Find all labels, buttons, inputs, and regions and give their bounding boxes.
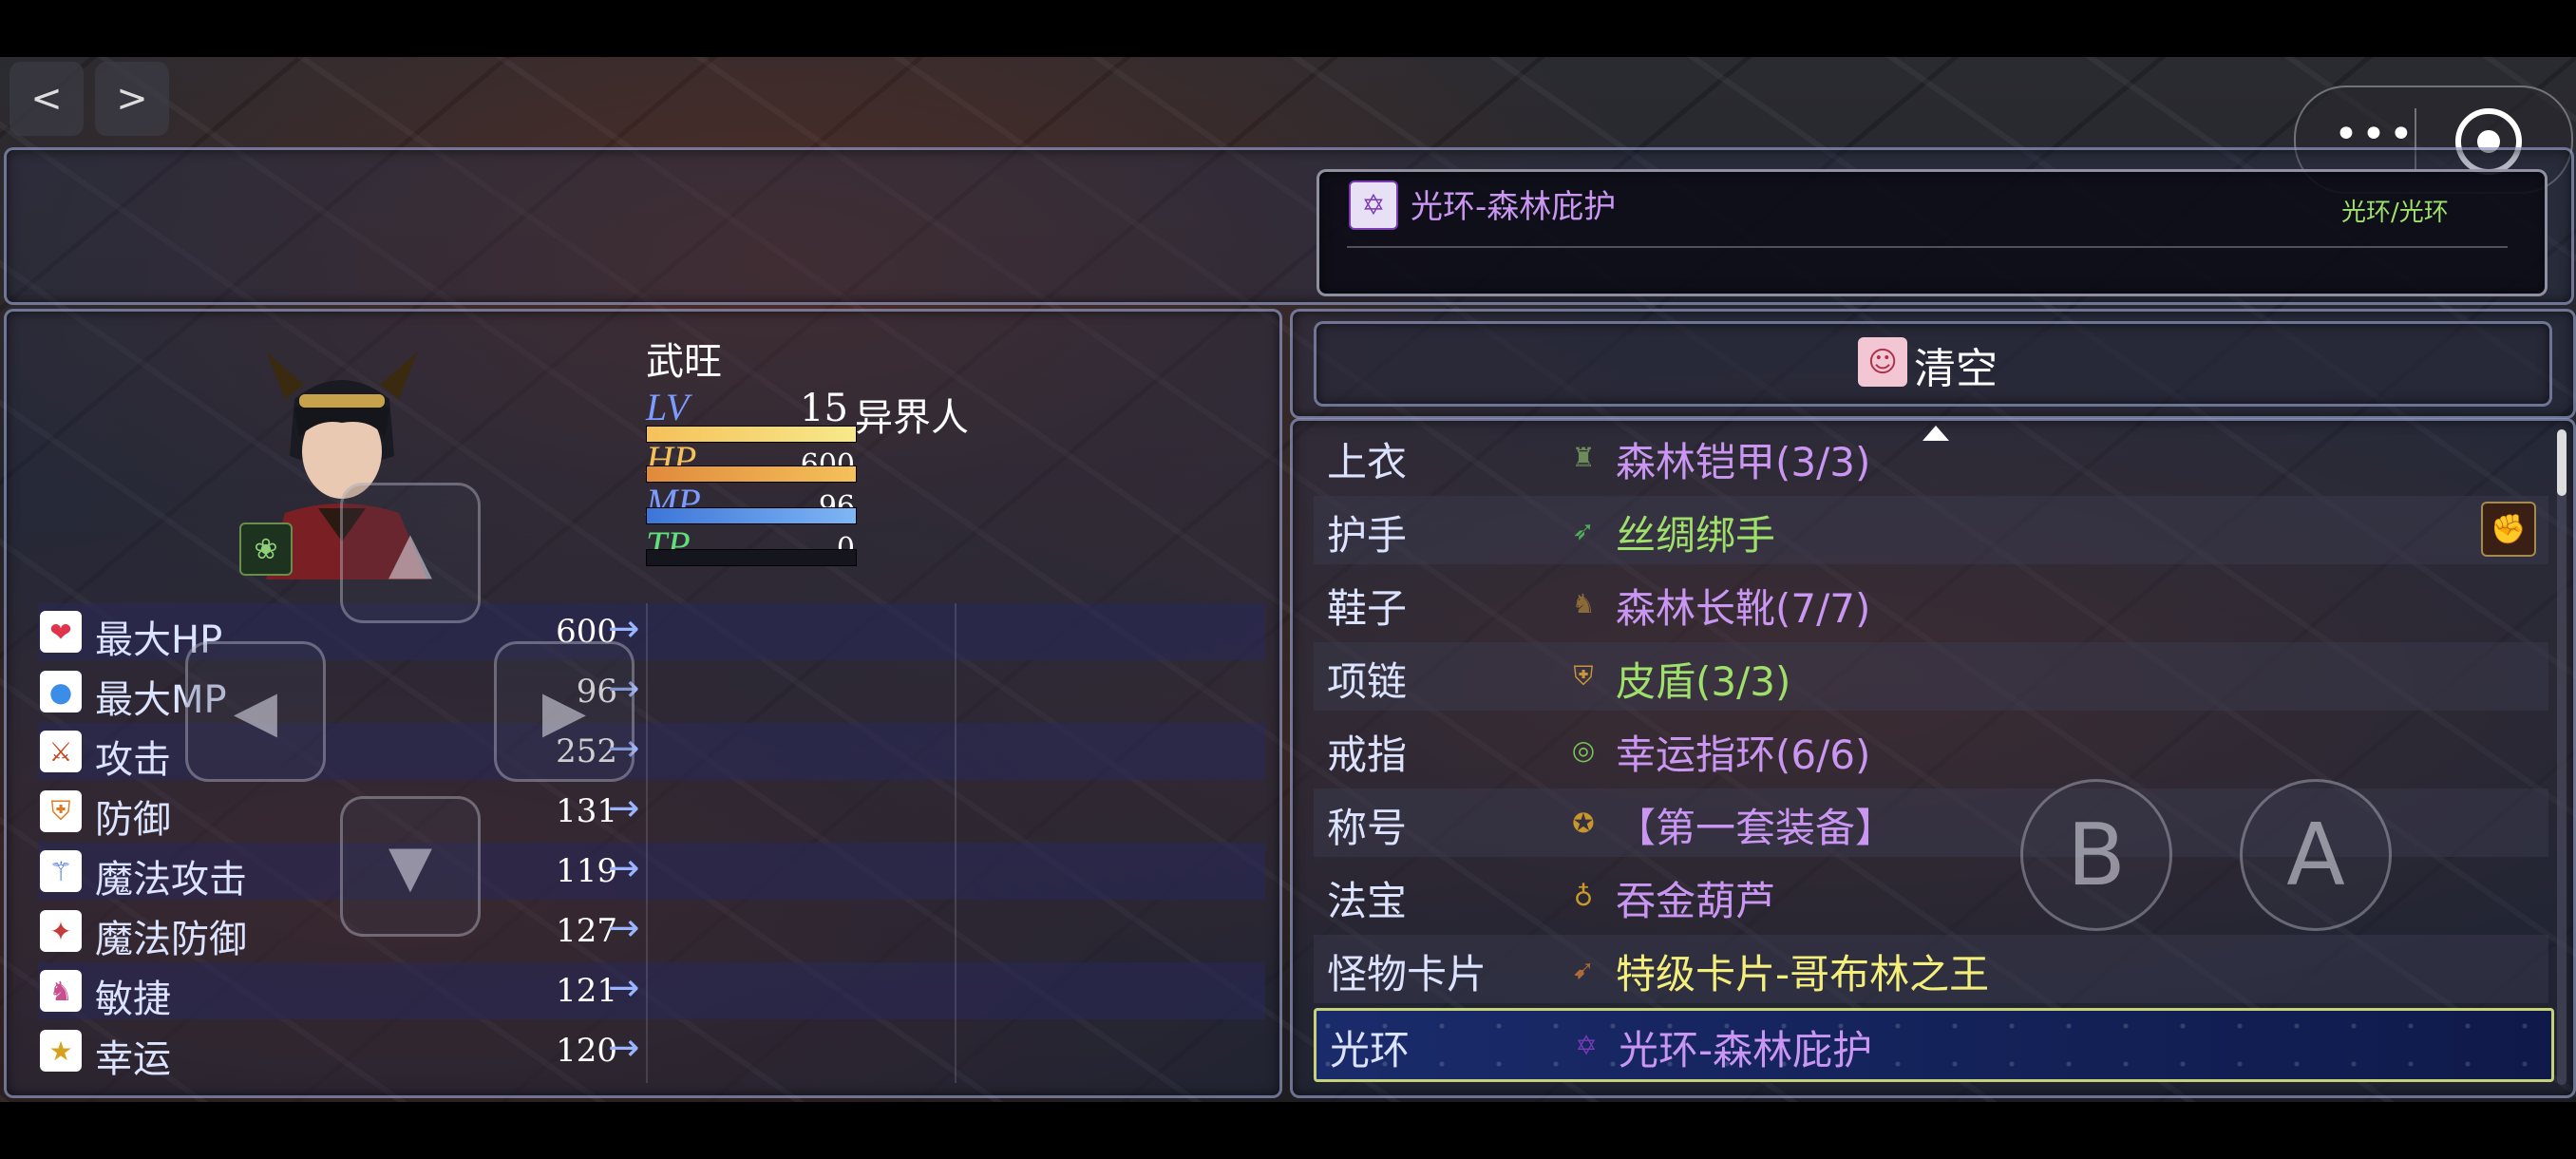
equip-slot-row[interactable]: 项链 ⛨ 皮盾(3/3) (1314, 642, 2548, 711)
equip-slot-row[interactable]: 上衣 ♜ 森林铠甲(3/3) (1314, 423, 2548, 491)
param-row: ♞ 敏捷 121 → (38, 962, 1265, 1021)
slot-item-name: 幸运指环(6/6) (1616, 732, 1871, 778)
slot-name: 项链 (1327, 658, 1408, 705)
param-value: 127 (556, 912, 617, 950)
armor-icon: ♜ (1571, 441, 1596, 473)
shield-icon: ⛨ (40, 790, 82, 832)
param-value: 131 (556, 792, 617, 830)
param-name: 防御 (95, 798, 171, 842)
small-shield-icon: ⛨ (1573, 660, 1594, 692)
magic-shield-icon: ✦ (40, 910, 82, 952)
gourd-icon: ♁ (1573, 880, 1594, 912)
right-arrow-icon: → (608, 787, 640, 830)
sword-icon: ⚔ (40, 731, 82, 772)
dpad-up-button[interactable]: ▲ (340, 483, 481, 623)
hexagram-icon: ✡ (1349, 180, 1398, 230)
slot-item-name: 特级卡片-哥布林之王 (1616, 951, 1990, 998)
right-arrow-icon: → (608, 966, 640, 1010)
slot-item-name: 【第一套装备】 (1616, 805, 1896, 851)
right-arrow-icon: → (608, 846, 640, 890)
ring-icon: ◎ (1571, 733, 1596, 766)
hexagram-icon: ✡ (1575, 1029, 1598, 1061)
slot-name: 怪物卡片 (1327, 951, 1487, 998)
slot-item-name: 丝绸绑手 (1616, 512, 1776, 559)
slot-item-name: 森林铠甲(3/3) (1616, 439, 1871, 485)
param-name: 魔法攻击 (95, 858, 247, 902)
level-label: LV (646, 386, 690, 428)
slot-name: 上衣 (1327, 439, 1408, 485)
next-button[interactable]: > (95, 62, 169, 136)
a-button[interactable]: A (2240, 779, 2392, 931)
dpad-right-button[interactable]: ▶ (494, 641, 635, 782)
heart-icon: ❤ (40, 611, 82, 653)
slot-name: 法宝 (1327, 878, 1408, 924)
scrollbar[interactable] (2557, 429, 2567, 1085)
wand-icon: ⚚ (40, 850, 82, 892)
dpad-left-button[interactable]: ◀ (185, 641, 326, 782)
param-row: ⛨ 防御 131 → (38, 783, 1265, 842)
slot-name: 戒指 (1327, 732, 1408, 778)
dpad-down-button[interactable]: ▼ (340, 796, 481, 937)
boot-icon: ♞ (40, 970, 82, 1012)
equip-slot-row[interactable]: 护手 ➶ 丝绸绑手 (1314, 496, 2548, 564)
b-button[interactable]: B (2020, 779, 2172, 931)
help-item-name: 光环-森林庇护 (1411, 188, 1617, 226)
mana-orb-icon: ● (40, 671, 82, 712)
slot-item-name: 森林长靴(7/7) (1616, 585, 1871, 632)
boots-icon: ♞ (1571, 587, 1596, 619)
slot-item-name: 吞金葫芦 (1616, 878, 1776, 924)
param-row: ✦ 魔法防御 127 → (38, 902, 1265, 961)
param-row: ★ 幸运 120 → (38, 1022, 1265, 1081)
slot-name: 鞋子 (1327, 585, 1408, 632)
level-value: 15 (800, 387, 848, 430)
slot-name: 护手 (1327, 512, 1408, 559)
param-name: 魔法防御 (95, 918, 247, 961)
param-value: 121 (556, 972, 617, 1010)
equip-slot-row[interactable]: 戒指 ◎ 幸运指环(6/6) (1314, 715, 2548, 784)
right-arrow-icon: → (608, 1026, 640, 1070)
medal-icon: ✪ (1572, 807, 1595, 839)
prev-button[interactable]: < (9, 62, 84, 136)
slot-item-name: 皮盾(3/3) (1616, 658, 1791, 705)
param-name: 幸运 (95, 1037, 171, 1081)
slot-name: 光环 (1330, 1027, 1411, 1074)
tp-gauge (646, 549, 857, 566)
slot-name: 称号 (1327, 805, 1408, 851)
param-grid-line (955, 603, 957, 1083)
right-arrow-icon: → (608, 906, 640, 950)
equip-slot-row[interactable]: 怪物卡片 ➹ 特级卡片-哥布林之王 (1314, 935, 2548, 1003)
leaf-emblem-icon: ❀ (239, 522, 293, 576)
clear-icon: ☺ (1858, 337, 1907, 387)
card-icon: ➹ (1572, 953, 1595, 985)
actor-name: 武旺 (646, 340, 722, 384)
param-value: 120 (556, 1032, 617, 1070)
param-name: 攻击 (95, 738, 171, 782)
param-grid-line (646, 603, 648, 1083)
param-row: ⚚ 魔法攻击 119 → (38, 843, 1265, 902)
scrollbar-thumb[interactable] (2557, 429, 2567, 496)
equip-slot-row[interactable]: 光环 ✡ 光环-森林庇护 (1314, 1008, 2554, 1082)
equip-slot-row[interactable]: 鞋子 ♞ 森林长靴(7/7) (1314, 569, 2548, 637)
fist-icon: ✊ (2481, 502, 2536, 557)
clear-label[interactable]: 清空 (1914, 334, 1998, 395)
bandage-icon: ➶ (1572, 514, 1595, 546)
stars-icon: ★ (40, 1030, 82, 1072)
help-divider (1347, 246, 2508, 248)
help-item-type: 光环/光环 (2341, 199, 2449, 227)
param-name: 敏捷 (95, 978, 171, 1021)
slot-item-name: 光环-森林庇护 (1619, 1027, 1873, 1074)
actor-class: 异界人 (855, 396, 969, 440)
param-value: 119 (556, 852, 617, 890)
